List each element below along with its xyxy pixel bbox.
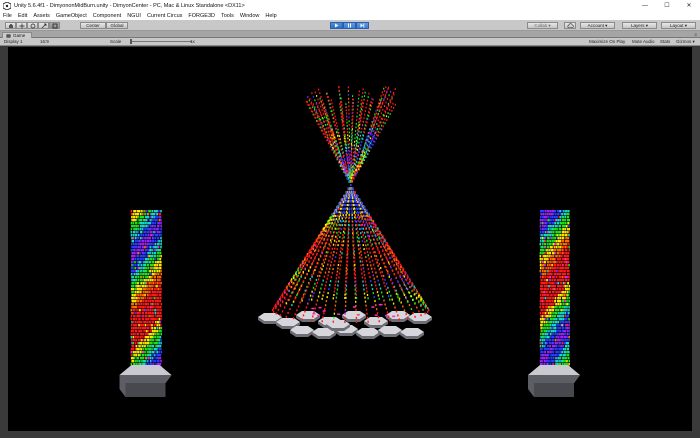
scale-value: 1x [190, 39, 195, 44]
pivot-center-button[interactable]: Center [80, 22, 106, 29]
menu-ngui[interactable]: NGUI [127, 13, 141, 19]
account-dropdown[interactable]: Account ▾ [580, 22, 615, 29]
layers-dropdown[interactable]: Layers ▾ [622, 22, 657, 29]
scale-slider-track[interactable] [130, 41, 192, 42]
right-led-pillar [528, 210, 580, 397]
panel-tab-strip: Game ≡ [0, 31, 700, 38]
account-group: Account ▾ [580, 22, 615, 29]
led-tipi-sculpture [272, 85, 430, 323]
menu-window[interactable]: Window [240, 13, 260, 19]
menu-component[interactable]: Component [93, 13, 121, 19]
layers-group: Layers ▾ [622, 22, 657, 29]
close-button[interactable]: ✕ [678, 0, 700, 11]
pause-icon[interactable] [343, 22, 356, 29]
mute-audio-toggle[interactable]: Mute Audio [632, 39, 655, 44]
game-view-toolbar: Display 1 16:9 Scale 1x Maximize On Play… [0, 38, 700, 46]
tab-menu-button[interactable]: ≡ [694, 32, 697, 37]
menu-file[interactable]: File [3, 13, 12, 19]
cloud-group [564, 22, 576, 29]
maximize-button[interactable]: ☐ [656, 0, 678, 11]
layout-group: Layout ▾ [661, 22, 696, 29]
hand-tool-icon[interactable] [5, 22, 16, 29]
menu-assets[interactable]: Assets [33, 13, 50, 19]
move-tool-icon[interactable] [16, 22, 27, 29]
pivot-toggles: Center Global [80, 22, 128, 29]
cloud-icon[interactable] [564, 22, 576, 29]
collab-group: Collab ▾ [527, 22, 558, 29]
window-title-bar: Unity 5.6.4f1 - DimyononMidBurn.unity - … [0, 0, 700, 11]
menu-gameobject[interactable]: GameObject [56, 13, 87, 19]
maximize-on-play-toggle[interactable]: Maximize On Play [589, 39, 625, 44]
aspect-dropdown[interactable]: 16:9 [40, 39, 49, 44]
game-tab-icon [6, 33, 11, 38]
scale-label: Scale [110, 39, 122, 44]
scale-slider-handle[interactable] [130, 39, 132, 44]
transform-tools [5, 22, 60, 29]
play-icon[interactable] [330, 22, 343, 29]
menu-tools[interactable]: Tools [221, 13, 234, 19]
menu-forge3d[interactable]: FORGE3D [188, 13, 215, 19]
gizmos-dropdown[interactable]: Gizmos ▾ [676, 39, 695, 45]
play-controls [330, 22, 369, 29]
layout-dropdown[interactable]: Layout ▾ [661, 22, 696, 29]
rotate-tool-icon[interactable] [27, 22, 38, 29]
step-icon[interactable] [356, 22, 369, 29]
menu-bar: File Edit Assets GameObject Component NG… [0, 11, 700, 20]
stats-toggle[interactable]: Stats [660, 39, 670, 44]
main-toolbar: Center Global Collab ▾ Account ▾ Layers … [0, 20, 700, 31]
scale-tool-icon[interactable] [38, 22, 49, 29]
space-global-button[interactable]: Global [106, 22, 128, 29]
menu-edit[interactable]: Edit [18, 13, 27, 19]
display-dropdown[interactable]: Display 1 [4, 39, 23, 44]
menu-current-circus[interactable]: Current Circus [147, 13, 182, 19]
menu-help[interactable]: Help [265, 13, 276, 19]
left-led-pillar [119, 210, 172, 397]
unity-logo-icon [2, 1, 11, 10]
collab-button[interactable]: Collab ▾ [527, 22, 558, 29]
rect-tool-icon[interactable] [49, 22, 60, 29]
minimize-button[interactable]: — [634, 0, 656, 11]
window-title: Unity 5.6.4f1 - DimyononMidBurn.unity - … [14, 2, 245, 9]
game-viewport[interactable] [8, 47, 692, 431]
